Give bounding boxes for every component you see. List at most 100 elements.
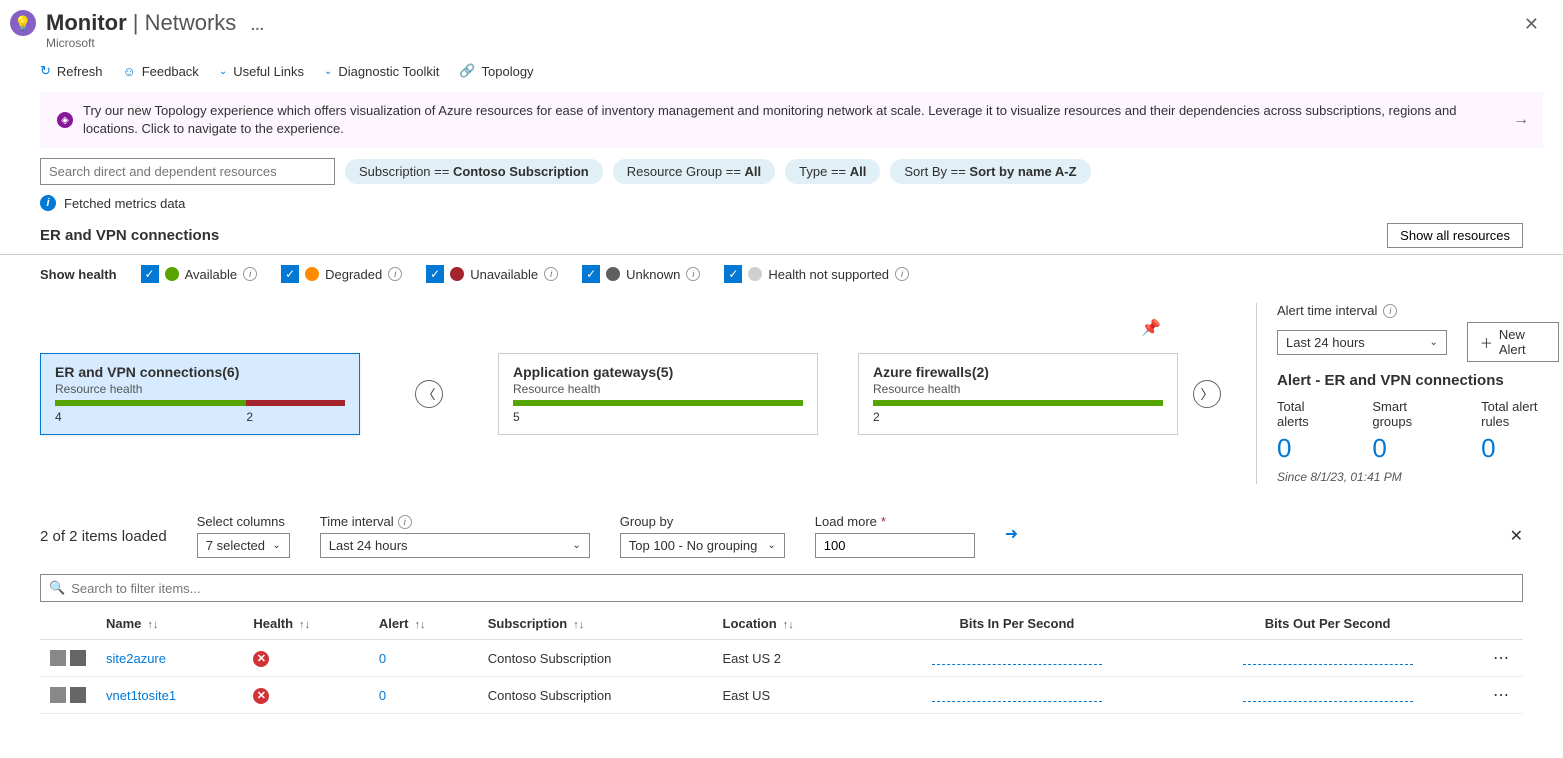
subscription-filter[interactable]: Subscription == Contoso Subscription: [345, 159, 603, 184]
total-rules-value[interactable]: 0: [1481, 433, 1559, 464]
chevron-down-icon: ⌄: [1429, 337, 1437, 348]
not-supported-label: Health not supported: [768, 267, 889, 282]
new-alert-button[interactable]: ＋ New Alert: [1467, 322, 1559, 362]
prev-cards-button[interactable]: 〈: [415, 380, 443, 408]
total-alerts-label: Total alerts: [1277, 399, 1332, 429]
info-icon[interactable]: i: [1383, 304, 1397, 318]
chevron-down-icon: ⌄: [219, 66, 227, 77]
plus-icon: ＋: [1480, 333, 1493, 352]
compass-icon: ◈: [57, 112, 73, 128]
unknown-dot-icon: [606, 267, 620, 281]
type-filter[interactable]: Type == All: [785, 159, 880, 184]
health-unavailable-icon: ✕: [253, 651, 269, 667]
more-icon[interactable]: …: [250, 17, 264, 33]
sort-icon[interactable]: ↑↓: [147, 619, 158, 631]
sort-icon[interactable]: ↑↓: [414, 619, 425, 631]
topology-button[interactable]: 🔗 Topology: [459, 63, 533, 79]
card-title: ER and VPN connections(6): [55, 364, 345, 380]
resource-group-filter[interactable]: Resource Group == All: [613, 159, 775, 184]
load-more-go-button[interactable]: ➜: [1005, 524, 1018, 544]
filter-row: Subscription == Contoso Subscription Res…: [0, 158, 1563, 195]
resource-type-icon: [50, 650, 66, 666]
feedback-icon: ☺: [122, 64, 135, 79]
info-icon[interactable]: i: [388, 267, 402, 281]
resource-sub-icon: [70, 650, 86, 666]
alert-interval-select[interactable]: Last 24 hours⌄: [1277, 330, 1447, 355]
alert-count-link[interactable]: 0: [379, 651, 386, 666]
unknown-label: Unknown: [626, 267, 680, 282]
sort-icon[interactable]: ↑↓: [573, 619, 584, 631]
show-all-resources-button[interactable]: Show all resources: [1387, 223, 1523, 248]
col-alert[interactable]: Alert↑↓: [369, 608, 478, 640]
org-label: Microsoft: [46, 36, 1520, 50]
chevron-down-icon: ⌄: [324, 66, 332, 77]
sortby-filter[interactable]: Sort By == Sort by name A-Z: [890, 159, 1090, 184]
info-icon[interactable]: i: [544, 267, 558, 281]
card-health-bar: [513, 400, 803, 406]
info-icon[interactable]: i: [686, 267, 700, 281]
time-interval-dropdown[interactable]: Last 24 hours⌄: [320, 533, 590, 558]
unavailable-checkbox[interactable]: ✓: [426, 265, 444, 283]
total-alerts-value[interactable]: 0: [1277, 433, 1332, 464]
col-bits-out[interactable]: Bits Out Per Second: [1172, 608, 1483, 640]
card-title: Application gateways(5): [513, 364, 803, 380]
refresh-button[interactable]: ↻ Refresh: [40, 63, 102, 79]
bits-out-sparkline: [1243, 686, 1413, 702]
resource-search-input[interactable]: [40, 158, 335, 185]
card-subtitle: Resource health: [873, 382, 1163, 396]
resource-type-icon: [50, 687, 66, 703]
col-name[interactable]: Name↑↓: [96, 608, 243, 640]
table-filter-input[interactable]: [71, 581, 1514, 596]
card-counts: 2: [873, 410, 1163, 424]
row-more-button[interactable]: ⋯: [1493, 650, 1510, 667]
resource-card[interactable]: Azure firewalls(2) Resource health 2: [858, 353, 1178, 435]
resources-table: Name↑↓ Health↑↓ Alert↑↓ Subscription↑↓ L…: [40, 608, 1523, 714]
resource-name-link[interactable]: site2azure: [106, 651, 166, 666]
bits-in-sparkline: [932, 686, 1102, 702]
smart-groups-label: Smart groups: [1372, 399, 1441, 429]
location-cell: East US: [713, 677, 862, 714]
not-supported-dot-icon: [748, 267, 762, 281]
info-icon[interactable]: i: [243, 267, 257, 281]
table-row[interactable]: site2azure ✕ 0 Contoso Subscription East…: [40, 640, 1523, 677]
info-icon[interactable]: i: [398, 515, 412, 529]
feedback-button[interactable]: ☺ Feedback: [122, 64, 198, 79]
next-cards-button[interactable]: 〉: [1193, 380, 1221, 408]
col-subscription[interactable]: Subscription↑↓: [478, 608, 713, 640]
resource-card[interactable]: ER and VPN connections(6) Resource healt…: [40, 353, 360, 435]
col-bits-in[interactable]: Bits In Per Second: [862, 608, 1173, 640]
card-health-bar: [55, 400, 345, 406]
table-filter-search[interactable]: 🔍: [40, 574, 1523, 602]
available-checkbox[interactable]: ✓: [141, 265, 159, 283]
smart-groups-value[interactable]: 0: [1372, 433, 1441, 464]
degraded-checkbox[interactable]: ✓: [281, 265, 299, 283]
info-icon[interactable]: i: [895, 267, 909, 281]
resource-card[interactable]: Application gateways(5) Resource health …: [498, 353, 818, 435]
group-by-dropdown[interactable]: Top 100 - No grouping⌄: [620, 533, 785, 558]
col-health[interactable]: Health↑↓: [243, 608, 368, 640]
table-row[interactable]: vnet1tosite1 ✕ 0 Contoso Subscription Ea…: [40, 677, 1523, 714]
alert-count-link[interactable]: 0: [379, 688, 386, 703]
not-supported-checkbox[interactable]: ✓: [724, 265, 742, 283]
useful-links-button[interactable]: ⌄ Useful Links: [219, 64, 304, 79]
resource-name-link[interactable]: vnet1tosite1: [106, 688, 176, 703]
monitor-icon: 💡: [10, 10, 36, 36]
load-more-input[interactable]: [815, 533, 975, 558]
pin-icon[interactable]: 📌: [1141, 318, 1161, 338]
info-icon: i: [40, 195, 56, 211]
topology-banner[interactable]: ◈ Try our new Topology experience which …: [40, 92, 1543, 148]
col-location[interactable]: Location↑↓: [713, 608, 862, 640]
close-table-icon[interactable]: ✕: [1510, 526, 1523, 546]
select-columns-dropdown[interactable]: 7 selected⌄: [197, 533, 290, 558]
diagnostic-toolkit-button[interactable]: ⌄ Diagnostic Toolkit: [324, 64, 439, 79]
alert-pane: Alert time interval i Last 24 hours⌄ ＋ N…: [1256, 303, 1559, 484]
unknown-checkbox[interactable]: ✓: [582, 265, 600, 283]
close-icon[interactable]: ✕: [1520, 10, 1543, 39]
card-counts: 5: [513, 410, 803, 424]
sort-icon[interactable]: ↑↓: [299, 619, 310, 631]
arrow-right-icon[interactable]: →: [1513, 111, 1529, 129]
sort-icon[interactable]: ↑↓: [783, 619, 794, 631]
available-dot-icon: [165, 267, 179, 281]
subscription-cell: Contoso Subscription: [478, 640, 713, 677]
row-more-button[interactable]: ⋯: [1493, 687, 1510, 704]
